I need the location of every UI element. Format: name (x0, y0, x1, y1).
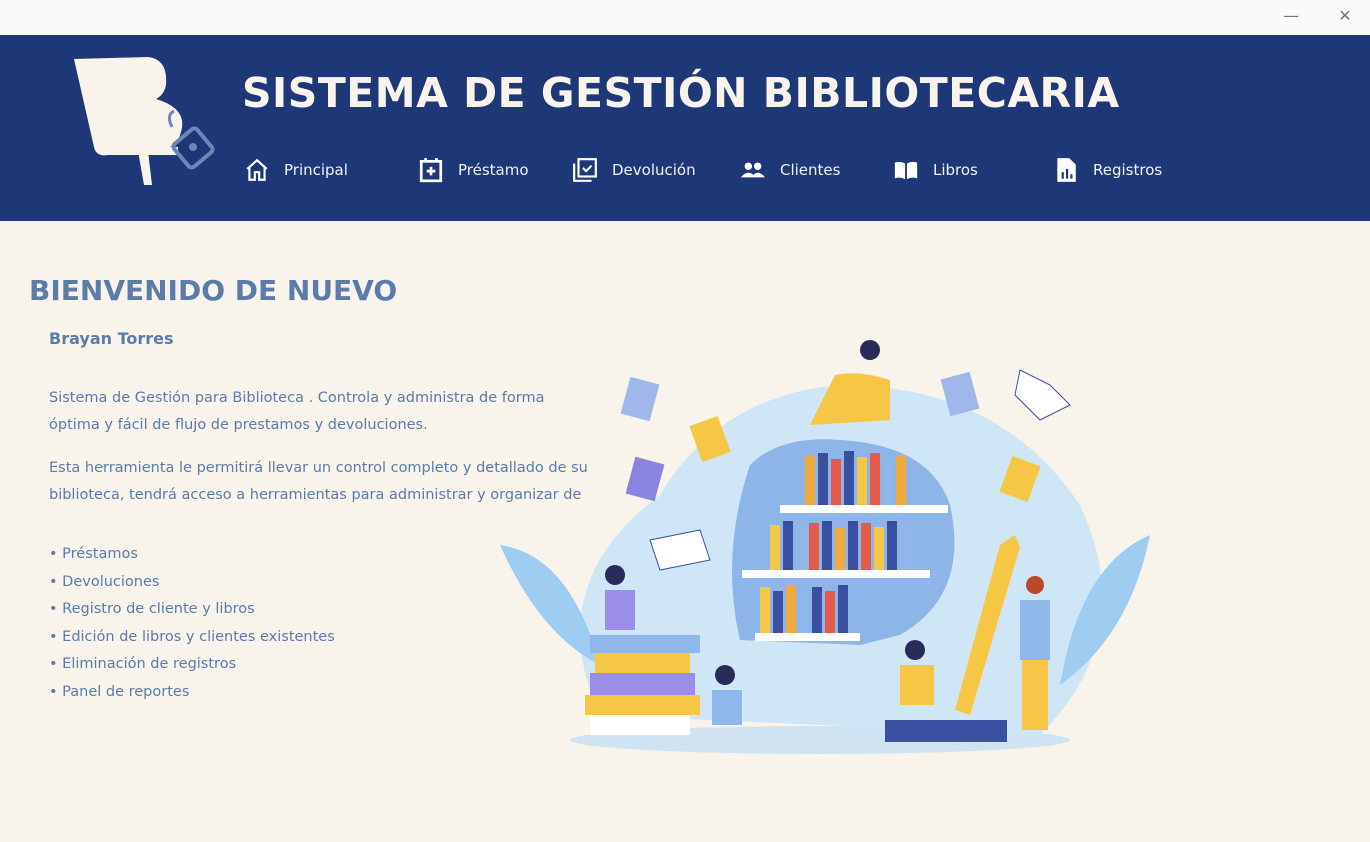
nav-registros[interactable]: Registros (1053, 157, 1162, 183)
users-icon (740, 162, 766, 178)
nav-label: Libros (933, 161, 978, 179)
calendar-plus-icon (419, 158, 443, 183)
feature-item: • Préstamos (49, 546, 138, 562)
calendar-check-icon (573, 158, 597, 182)
nav-label: Préstamo (458, 161, 529, 179)
app-title: SISTEMA DE GESTIÓN BIBLIOTECARIA (242, 69, 1120, 117)
logo-icon (74, 57, 215, 185)
header: SISTEMA DE GESTIÓN BIBLIOTECARIA Princip… (0, 35, 1370, 221)
feature-item: • Registro de cliente y libros (49, 601, 255, 617)
library-illustration (500, 340, 1150, 754)
close-icon[interactable]: ✕ (1333, 6, 1357, 28)
feature-item: • Edición de libros y clientes existente… (49, 628, 335, 645)
window-titlebar: — ✕ (0, 0, 1370, 35)
feature-item: • Devoluciones (49, 573, 160, 590)
nav-prestamo[interactable]: Préstamo (418, 157, 529, 183)
nav-label: Principal (284, 161, 348, 179)
nav-label: Registros (1093, 161, 1163, 179)
feature-item: • Panel de reportes (49, 683, 190, 700)
nav-libros[interactable]: Libros (893, 157, 978, 183)
user-name: Brayan Torres (49, 329, 174, 348)
feature-item: • Eliminación de registros (49, 656, 237, 672)
nav-label: Clientes (780, 161, 841, 179)
welcome-heading: BIENVENIDO DE NUEVO (29, 274, 398, 307)
nav-principal[interactable]: Principal (244, 157, 348, 183)
report-icon (1057, 158, 1076, 182)
nav-clientes[interactable]: Clientes (740, 157, 840, 183)
nav-label: Devolución (612, 161, 696, 179)
nav-devolucion[interactable]: Devolución (572, 157, 696, 183)
minimize-icon[interactable]: — (1279, 6, 1303, 28)
book-open-icon (894, 161, 918, 180)
feature-list: • Préstamos • Devoluciones • Registro de… (49, 541, 335, 706)
home-icon (246, 158, 268, 181)
